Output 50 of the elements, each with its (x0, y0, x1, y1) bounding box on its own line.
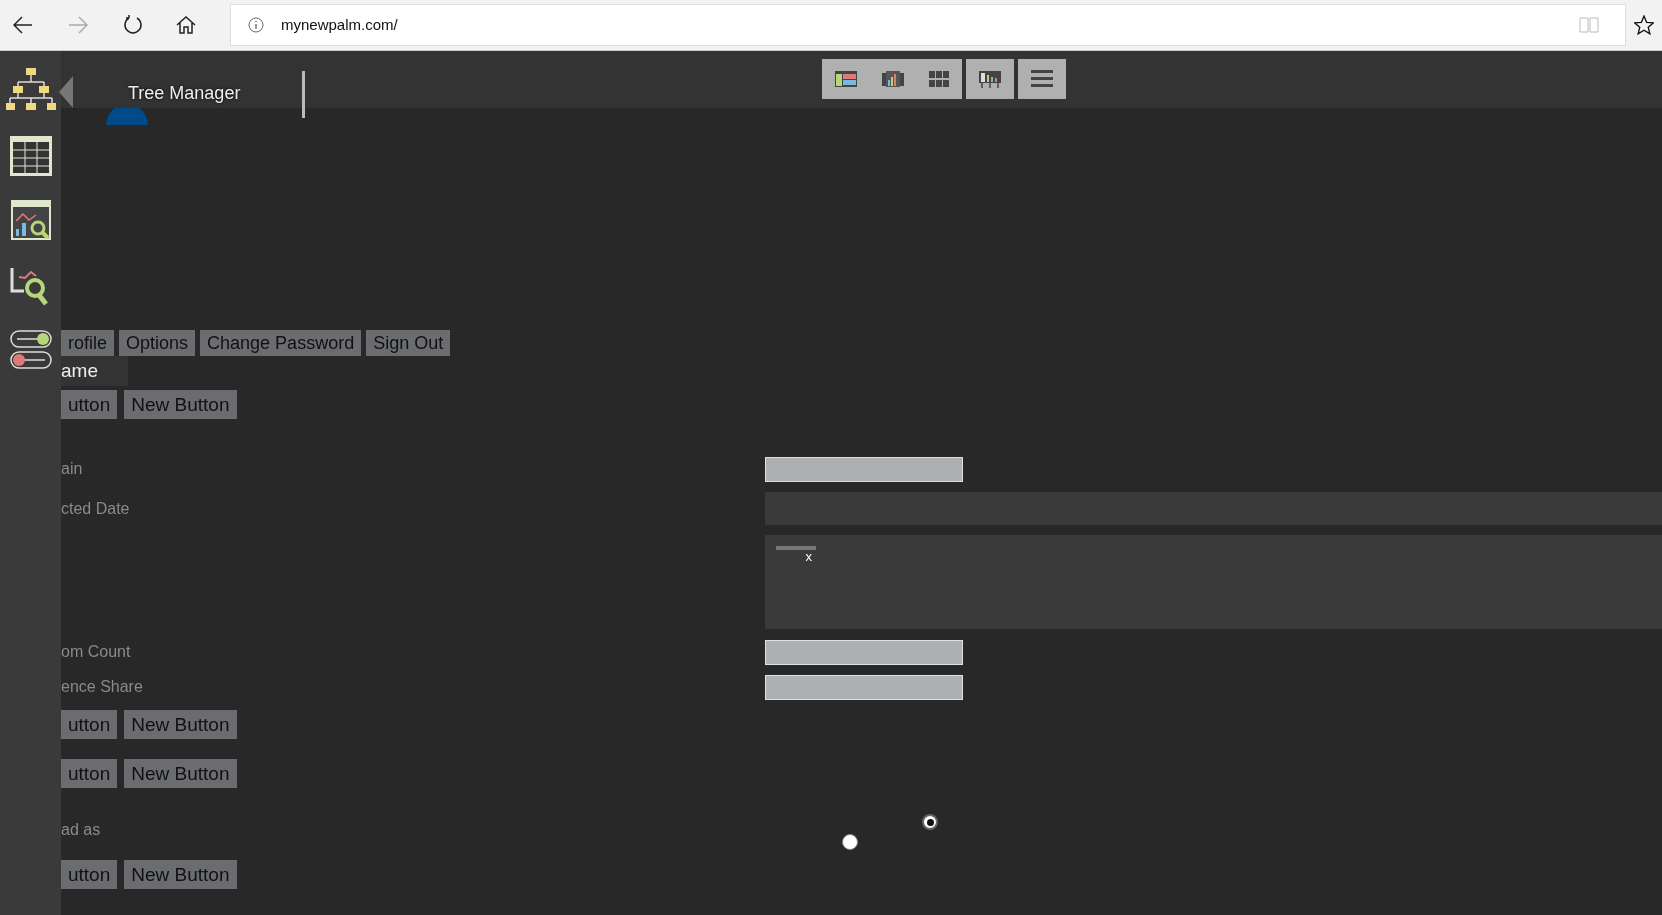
field-label: ain (61, 459, 84, 479)
table-icon[interactable] (8, 135, 53, 177)
new-button[interactable]: utton (61, 390, 118, 419)
toolbar-button[interactable] (929, 71, 950, 87)
input-field[interactable] (765, 674, 963, 700)
url-text: mynewpalm.com/ (281, 14, 398, 35)
toggle-switches-icon[interactable] (8, 329, 53, 371)
new-button[interactable]: New Button (124, 390, 237, 419)
presentation-icon (979, 69, 1002, 89)
home-icon[interactable] (176, 16, 196, 34)
address-bar[interactable]: mynewpalm.com/ (230, 4, 1626, 46)
back-icon[interactable] (13, 16, 33, 34)
menu-button[interactable]: rofile (61, 330, 114, 356)
name-header: ame (61, 356, 128, 386)
field-label: ence Share (61, 677, 144, 697)
divider-line (302, 71, 305, 118)
menu-button[interactable]: Options (119, 330, 196, 356)
tag-box[interactable]: x (765, 535, 1662, 629)
menu-icon (1031, 70, 1054, 88)
tag-remove[interactable]: x (805, 550, 816, 563)
hierarchy-icon[interactable] (5, 67, 56, 113)
field-label: cted Date (61, 498, 131, 519)
new-button[interactable]: utton (61, 759, 118, 788)
collapse-arrow-icon[interactable] (59, 76, 73, 108)
toolbar-button[interactable] (1031, 70, 1054, 88)
favorite-star-icon[interactable] (1634, 15, 1654, 35)
field-label: om Count (61, 642, 132, 662)
radio-button[interactable] (922, 814, 938, 830)
new-button[interactable]: New Button (124, 860, 237, 889)
refresh-icon[interactable] (123, 15, 143, 35)
layout-icon (835, 71, 858, 87)
tag-bar (776, 546, 816, 550)
toolbar-button[interactable] (979, 69, 1002, 89)
toolbar-button[interactable] (882, 70, 905, 88)
input-field[interactable] (765, 639, 963, 665)
radio-button[interactable] (842, 834, 858, 850)
new-button[interactable]: utton (61, 860, 118, 889)
chart-search-icon[interactable] (9, 199, 52, 243)
bar-chart-icon (882, 70, 905, 88)
header-title: Tree Manager (128, 82, 241, 105)
new-button[interactable]: utton (61, 710, 118, 739)
input-field[interactable] (765, 456, 963, 482)
grid-icon (929, 71, 950, 87)
new-button[interactable]: New Button (124, 759, 237, 788)
menu-button[interactable]: Change Password (200, 330, 362, 356)
menu-button[interactable]: Sign Out (366, 330, 451, 356)
field-label: ad as (61, 820, 102, 840)
toolbar-button[interactable] (835, 71, 858, 87)
new-button[interactable]: New Button (124, 710, 237, 739)
info-icon (248, 17, 264, 33)
